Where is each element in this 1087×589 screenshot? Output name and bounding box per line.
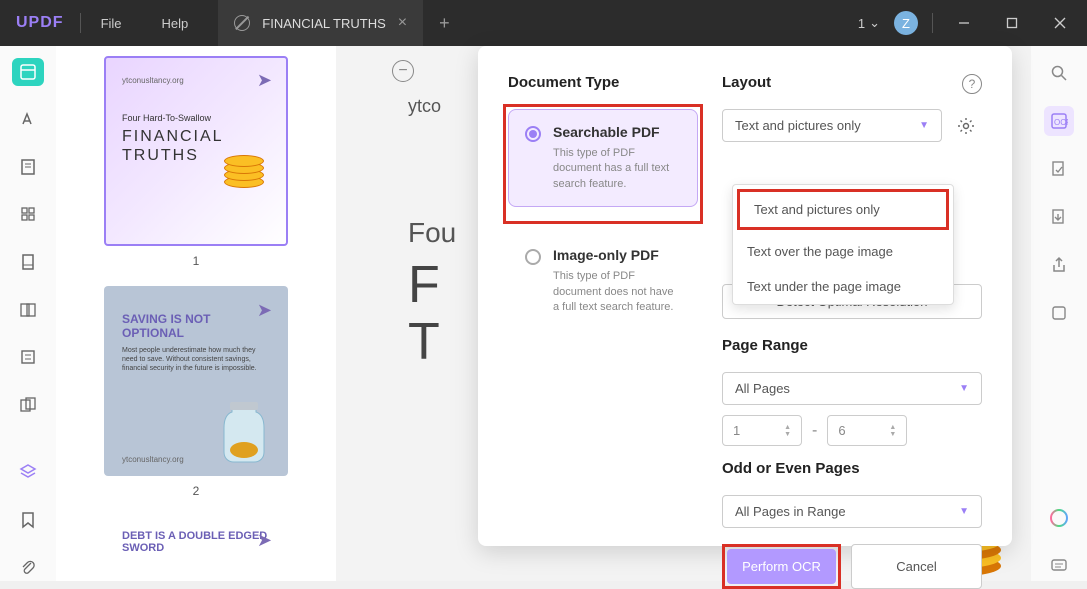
caret-down-icon: ▼ — [959, 506, 969, 517]
doctype-label: Searchable PDF — [553, 124, 681, 140]
tab-doc-icon — [234, 15, 250, 31]
odd-even-select[interactable]: All Pages in Range ▼ — [722, 495, 982, 528]
window-minimize-icon[interactable] — [947, 8, 981, 38]
chevron-down-icon: ⌄ — [869, 15, 880, 31]
bookmark-tool-icon[interactable] — [12, 506, 44, 534]
attachment-tool-icon[interactable] — [12, 553, 44, 581]
page-number: 2 — [104, 484, 288, 498]
spinner-icon[interactable]: ▲▼ — [784, 424, 791, 438]
thumb-title: SAVING IS NOT OPTIONAL — [122, 312, 270, 340]
page-range-select[interactable]: All Pages ▼ — [722, 372, 982, 405]
view-tool-icon[interactable] — [12, 296, 44, 324]
cancel-button[interactable]: Cancel — [851, 544, 982, 589]
document-type-header: Document Type — [508, 74, 698, 91]
app-logo: UPDF — [0, 14, 80, 32]
thumb-url: ytconusltancy.org — [122, 455, 184, 464]
doctype-imageonly-option[interactable]: Image-only PDF This type of PDF document… — [508, 232, 698, 330]
window-maximize-icon[interactable] — [995, 8, 1029, 38]
layout-select[interactable]: Text and pictures only ▼ — [722, 109, 942, 142]
layout-option-text-under[interactable]: Text under the page image — [733, 269, 953, 304]
caret-down-icon: ▼ — [959, 383, 969, 394]
menu-file[interactable]: File — [81, 2, 142, 45]
layout-settings-icon[interactable] — [950, 110, 982, 142]
jar-icon — [216, 398, 272, 464]
pages-tool-icon[interactable] — [12, 248, 44, 276]
compare-tool-icon[interactable] — [12, 391, 44, 419]
bookmarks-tool-icon[interactable] — [12, 201, 44, 229]
add-tab-button[interactable]: + — [423, 13, 466, 34]
share-icon[interactable] — [1044, 250, 1074, 280]
doctype-label: Image-only PDF — [553, 247, 681, 263]
notes-tool-icon[interactable] — [12, 153, 44, 181]
page-thumbnail-2[interactable]: ➤ SAVING IS NOT OPTIONAL Most people und… — [104, 286, 288, 476]
doctype-description: This type of PDF document does not have … — [553, 269, 681, 315]
thumb-subtitle: Four Hard-To-Swallow — [122, 113, 270, 123]
left-toolbar — [0, 46, 56, 581]
thumb-title: DEBT IS A DOUBLE EDGED SWORD — [122, 530, 270, 554]
radio-checked-icon — [525, 126, 541, 142]
perform-ocr-button[interactable]: Perform OCR — [727, 549, 836, 584]
window-close-icon[interactable] — [1043, 8, 1077, 38]
page-number: 1 — [104, 254, 288, 268]
range-from-input[interactable]: 1 ▲▼ — [722, 415, 802, 446]
user-avatar[interactable]: Z — [894, 11, 918, 35]
svg-text:OCR: OCR — [1054, 118, 1068, 127]
layout-header: Layout — [722, 74, 982, 91]
layout-dropdown-menu: Text and pictures only Text over the pag… — [732, 184, 954, 305]
arrow-icon: ➤ — [257, 70, 272, 91]
arrow-icon: ➤ — [257, 300, 272, 321]
spinner-icon[interactable]: ▲▼ — [889, 424, 896, 438]
page-range-header: Page Range — [722, 337, 982, 354]
layout-option-text-pictures[interactable]: Text and pictures only — [740, 192, 946, 227]
thumb-text: Most people underestimate how much they … — [122, 346, 270, 373]
tab-title: FINANCIAL TRUTHS — [262, 16, 386, 31]
ai-assistant-icon[interactable] — [1044, 503, 1074, 533]
range-dash: - — [812, 422, 817, 440]
right-toolbar: OCR — [1031, 46, 1087, 581]
thumbnail-panel[interactable]: ytconusltancy.org ➤ Four Hard-To-Swallow… — [56, 46, 336, 581]
highlight-tool-icon[interactable] — [12, 106, 44, 134]
reduce-file-icon[interactable] — [1044, 154, 1074, 184]
odd-even-header: Odd or Even Pages — [722, 460, 982, 477]
range-to-input[interactable]: 6 ▲▼ — [827, 415, 907, 446]
convert-icon[interactable] — [1044, 202, 1074, 232]
thumb-url: ytconusltancy.org — [122, 76, 270, 85]
page-thumbnail-3[interactable]: ➤ DEBT IS A DOUBLE EDGED SWORD — [104, 516, 288, 566]
toc-tool-icon[interactable] — [12, 343, 44, 371]
doctype-searchable-option[interactable]: Searchable PDF This type of PDF document… — [508, 109, 698, 207]
ocr-dialog: Document Type Searchable PDF This type o… — [478, 46, 1012, 546]
help-icon[interactable]: ? — [962, 74, 982, 94]
comments-icon[interactable] — [1044, 551, 1074, 581]
layers-tool-icon[interactable] — [12, 458, 44, 486]
thumbnails-tool-icon[interactable] — [12, 58, 44, 86]
tab-count[interactable]: 1 ⌄ — [858, 15, 880, 31]
menu-help[interactable]: Help — [142, 2, 209, 45]
doctype-description: This type of PDF document has a full tex… — [553, 146, 681, 192]
coins-icon — [224, 188, 268, 232]
ocr-icon[interactable]: OCR — [1044, 106, 1074, 136]
arrow-icon: ➤ — [257, 530, 272, 551]
cloud-icon[interactable] — [1044, 298, 1074, 328]
collapse-panel-icon[interactable]: − — [392, 60, 414, 82]
divider — [932, 13, 933, 33]
search-icon[interactable] — [1044, 58, 1074, 88]
page-thumbnail-1[interactable]: ytconusltancy.org ➤ Four Hard-To-Swallow… — [104, 56, 288, 246]
radio-unchecked-icon — [525, 249, 541, 265]
tab-close-icon[interactable]: × — [398, 14, 407, 32]
layout-option-text-over[interactable]: Text over the page image — [733, 234, 953, 269]
caret-down-icon: ▼ — [919, 120, 929, 131]
titlebar: UPDF File Help FINANCIAL TRUTHS × + 1 ⌄ … — [0, 0, 1087, 46]
document-tab[interactable]: FINANCIAL TRUTHS × — [218, 0, 423, 46]
